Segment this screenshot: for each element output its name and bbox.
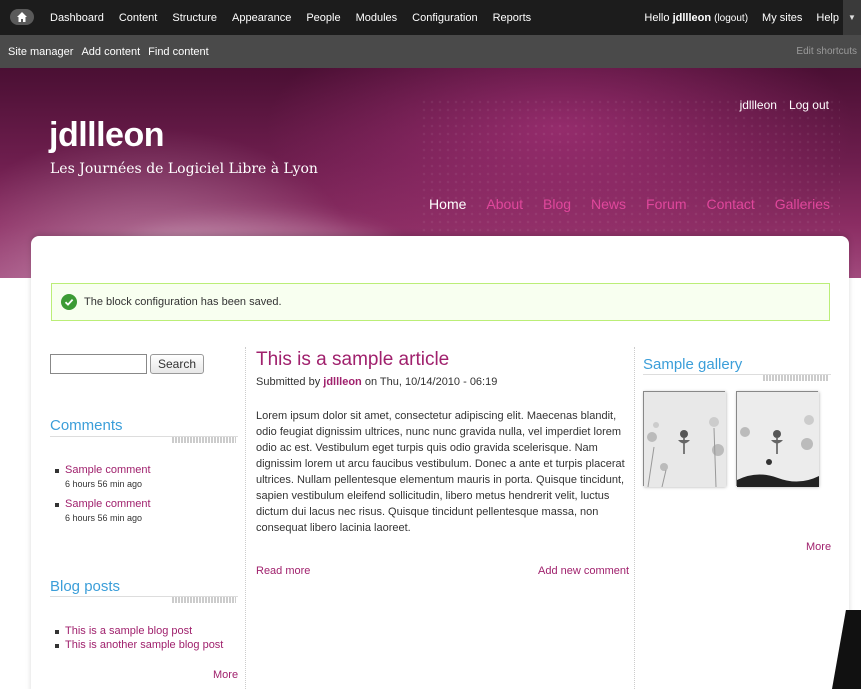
blog-post-link[interactable]: This is a sample blog post [65,625,192,637]
toolbar-username[interactable]: jdllleon [673,12,712,24]
comment-meta: 6 hours 56 min ago [65,479,143,489]
list-item: This is a sample blog post [53,625,243,637]
article-date: on Thu, 10/14/2010 - 06:19 [364,376,498,388]
user-account-link[interactable]: jdllleon [740,98,777,112]
gallery-title-decoration [763,375,829,381]
admin-menu-appearance[interactable]: Appearance [232,12,291,24]
help-link[interactable]: Help [816,12,839,24]
my-sites-link[interactable]: My sites [762,12,802,24]
comment-meta: 6 hours 56 min ago [65,513,143,523]
blog-posts-list: This is a sample blog post This is anoth… [53,625,243,651]
status-message: The block configuration has been saved. [51,283,830,321]
main-menu: Home About Blog News Forum Contact Galle… [429,196,830,212]
gallery-more-link[interactable]: More [806,541,831,553]
status-message-text: The block configuration has been saved. [84,296,282,308]
gallery-thumbnail[interactable] [643,391,726,488]
article-author[interactable]: jdllleon [323,376,362,388]
comment-link[interactable]: Sample comment [65,464,238,476]
admin-menu: Dashboard Content Structure Appearance P… [50,0,531,35]
search-button[interactable]: Search [150,354,204,374]
shortcut-add-content[interactable]: Add content [81,46,140,58]
admin-menu-dashboard[interactable]: Dashboard [50,12,104,24]
admin-menu-structure[interactable]: Structure [172,12,217,24]
site-slogan: Les Journées de Logiciel Libre à Lyon [50,161,318,177]
header-decoration [420,98,840,248]
comment-link[interactable]: Sample comment [65,498,238,510]
list-item: Sample comment 6 hours 56 min ago [53,464,238,489]
blog-post-link[interactable]: This is another sample blog post [65,639,223,651]
main-menu-about[interactable]: About [486,196,523,212]
user-links: jdllleon Log out [740,98,829,112]
checkmark-icon [61,294,77,310]
home-icon[interactable] [10,9,34,25]
main-menu-forum[interactable]: Forum [646,196,686,212]
main-menu-galleries[interactable]: Galleries [775,196,830,212]
logout-link[interactable]: Log out [789,98,829,112]
toolbar-logout-link[interactable]: (logout) [714,13,748,24]
admin-toolbar: Dashboard Content Structure Appearance P… [0,0,861,35]
shortcuts-bar: Site manager Add content Find content Ed… [0,35,861,68]
admin-menu-people[interactable]: People [306,12,340,24]
main-menu-home[interactable]: Home [429,196,466,212]
admin-menu-configuration[interactable]: Configuration [412,12,477,24]
admin-menu-reports[interactable]: Reports [493,12,532,24]
blog-posts-more-link[interactable]: More [213,669,238,681]
flower-image-icon [644,392,726,488]
gallery-thumbnail[interactable] [736,391,819,487]
article-body: Lorem ipsum dolor sit amet, consectetur … [256,410,625,534]
submitted-prefix: Submitted by [256,376,321,388]
right-column-divider [634,347,635,689]
main-menu-blog[interactable]: Blog [543,196,571,212]
main-menu-contact[interactable]: Contact [707,196,755,212]
admin-menu-content[interactable]: Content [119,12,158,24]
shortcut-find-content[interactable]: Find content [148,46,209,58]
article-submitted: Submitted by jdllleon on Thu, 10/14/2010… [256,376,497,388]
greeting-text: Hello [644,11,670,24]
shortcuts-links: Site manager Add content Find content [8,35,209,68]
site-name[interactable]: jdllleon [49,116,165,155]
read-more-link[interactable]: Read more [256,565,310,577]
list-item: Sample comment 6 hours 56 min ago [53,498,238,523]
shortcut-site-manager[interactable]: Site manager [8,46,73,58]
list-item: This is another sample blog post [53,639,243,651]
comments-list: Sample comment 6 hours 56 min ago Sample… [53,464,238,523]
toolbar-drawer-toggle[interactable]: ▼ [843,0,861,35]
toolbar-user-area: Hello jdllleon (logout) My sites Help [644,0,839,35]
comments-block-title: Comments [50,417,123,434]
chevron-down-icon: ▼ [848,13,856,22]
article-title[interactable]: This is a sample article [256,349,449,371]
gallery-block-title: Sample gallery [643,356,743,373]
blog-posts-block-title: Blog posts [50,578,121,595]
add-comment-link[interactable]: Add new comment [538,565,629,577]
flower-image-icon [737,392,819,487]
main-menu-news[interactable]: News [591,196,626,212]
edit-shortcuts-link[interactable]: Edit shortcuts [796,35,857,68]
search-input[interactable] [50,354,147,374]
comments-title-decoration [172,437,236,443]
toolbar-greeting: Hello jdllleon (logout) [644,12,748,24]
admin-menu-modules[interactable]: Modules [356,12,398,24]
blog-posts-title-decoration [172,597,236,603]
left-column-divider [245,347,246,689]
